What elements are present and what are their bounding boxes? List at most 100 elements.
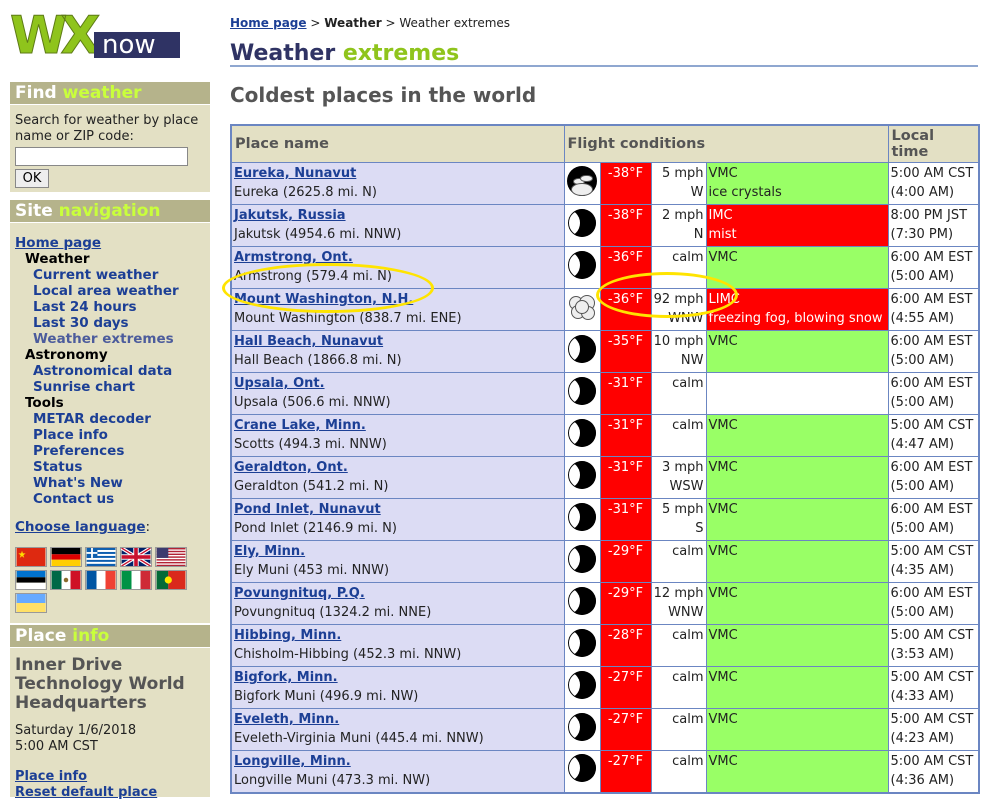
flight-category: VMC bbox=[708, 712, 738, 727]
flight-category-cell: VMC bbox=[705, 330, 889, 373]
nav-place-info[interactable]: Place info bbox=[15, 427, 205, 443]
local-time-cell: 6:00 AM EST (5:00 AM) bbox=[887, 372, 980, 415]
flag-greece-icon[interactable] bbox=[85, 547, 117, 567]
breadcrumb-sep: > bbox=[385, 16, 396, 30]
place-link[interactable]: Eureka, Nunavut bbox=[234, 166, 356, 181]
nav-section-weather: Weather bbox=[25, 251, 90, 267]
nav-local-area-weather[interactable]: Local area weather bbox=[15, 283, 205, 299]
moon-icon bbox=[568, 334, 596, 363]
station-text: Pond Inlet (2146.9 mi. N) bbox=[234, 521, 397, 536]
nav-contact-us[interactable]: Contact us bbox=[15, 491, 205, 507]
place-cell: Hall Beach, Nunavut Hall Beach (1866.8 mi… bbox=[230, 330, 565, 373]
place-link[interactable]: Ely, Minn. bbox=[234, 544, 305, 559]
place-link[interactable]: Hibbing, Minn. bbox=[234, 628, 341, 643]
flag-uk-icon[interactable] bbox=[120, 547, 152, 567]
place-cell: Longville, Minn. Longville Muni (473.3 mi… bbox=[230, 750, 565, 793]
temperature-cell: -27°F bbox=[599, 666, 652, 709]
nav-current-weather[interactable]: Current weather bbox=[15, 267, 205, 283]
flag-italy-icon[interactable] bbox=[120, 570, 152, 590]
local-time: (4:47 AM) bbox=[890, 437, 955, 452]
moon-icon bbox=[568, 376, 596, 405]
wind-speed: calm bbox=[672, 712, 704, 727]
place-link[interactable]: Povungnituq, P.Q. bbox=[234, 586, 365, 601]
flag-china-icon[interactable] bbox=[15, 547, 47, 567]
wind-direction: S bbox=[695, 521, 704, 536]
wind-direction: NW bbox=[680, 353, 704, 368]
station-time: 6:00 AM EST bbox=[890, 250, 973, 265]
flag-germany-icon[interactable] bbox=[50, 547, 82, 567]
local-time: (4:00 AM) bbox=[890, 185, 955, 200]
wxnow-logo[interactable]: WX now bbox=[9, 6, 180, 67]
station-time: 5:00 AM CST bbox=[890, 712, 974, 727]
sky-icon-cell bbox=[563, 498, 601, 541]
table-row: Jakutsk, Russia Jakutsk (4954.6 mi. NNW) -… bbox=[230, 204, 980, 247]
wind-cell: calm bbox=[650, 708, 707, 751]
wind-direction: W bbox=[690, 185, 704, 200]
logo-wx-text: WX bbox=[9, 6, 100, 67]
nav-sunrise-chart[interactable]: Sunrise chart bbox=[15, 379, 205, 395]
flag-ukraine-icon[interactable] bbox=[15, 593, 47, 613]
nav-preferences[interactable]: Preferences bbox=[15, 443, 205, 459]
place-link[interactable]: Longville, Minn. bbox=[234, 754, 351, 769]
flag-portugal-icon[interactable] bbox=[155, 570, 187, 590]
choose-language-link[interactable]: Choose language bbox=[15, 519, 146, 535]
place-link[interactable]: Jakutsk, Russia bbox=[234, 208, 346, 223]
flight-category: VMC bbox=[708, 250, 738, 265]
weather-description: mist bbox=[708, 227, 737, 242]
place-link[interactable]: Eveleth, Minn. bbox=[234, 712, 339, 727]
breadcrumb-home[interactable]: Home page bbox=[230, 16, 307, 30]
flag-estonia-icon[interactable] bbox=[15, 570, 47, 590]
flight-category: VMC bbox=[708, 460, 738, 475]
station-text: Jakutsk (4954.6 mi. NNW) bbox=[234, 227, 402, 242]
wind-cell: 10 mph NW bbox=[650, 330, 707, 373]
flight-category-cell: VMC bbox=[705, 246, 889, 289]
wind-cell: 3 mph WSW bbox=[650, 456, 707, 499]
flight-category-cell: VMC bbox=[705, 414, 889, 457]
flight-category-cell: VMC bbox=[705, 582, 889, 625]
place-info-link[interactable]: Place info bbox=[15, 769, 205, 785]
nav-weather-extremes[interactable]: Weather extremes bbox=[15, 331, 205, 347]
wind-cell: 5 mph W bbox=[650, 162, 707, 205]
moon-icon bbox=[568, 208, 596, 237]
station-time: 5:00 AM CST bbox=[890, 754, 974, 769]
nav-status[interactable]: Status bbox=[15, 459, 205, 475]
flag-mexico-icon[interactable] bbox=[50, 570, 82, 590]
place-link[interactable]: Crane Lake, Minn. bbox=[234, 418, 366, 433]
highlight-circle-place bbox=[222, 263, 434, 313]
search-ok-button[interactable]: OK bbox=[15, 169, 49, 188]
wind-cell: calm bbox=[650, 624, 707, 667]
flight-category: VMC bbox=[708, 628, 738, 643]
nav-astronomical-data[interactable]: Astronomical data bbox=[15, 363, 205, 379]
temperature-cell: -29°F bbox=[599, 582, 652, 625]
search-input[interactable] bbox=[15, 147, 188, 166]
place-link[interactable]: Bigfork, Minn. bbox=[234, 670, 338, 685]
sky-icon-cell bbox=[563, 582, 601, 625]
place-link[interactable]: Geraldton, Ont. bbox=[234, 460, 348, 475]
nav-home-page[interactable]: Home page bbox=[15, 235, 101, 251]
nav-metar-decoder[interactable]: METAR decoder bbox=[15, 411, 205, 427]
flag-france-icon[interactable] bbox=[85, 570, 117, 590]
local-time: (5:00 AM) bbox=[890, 353, 955, 368]
station-text: Povungnituq (1324.2 mi. NNE) bbox=[234, 605, 432, 620]
nav-what-s-new[interactable]: What's New bbox=[15, 475, 205, 491]
flag-usa-icon[interactable] bbox=[155, 547, 187, 567]
place-cell: Hibbing, Minn. Chisholm-Hibbing (452.3 mi… bbox=[230, 624, 565, 667]
sky-icon-cell bbox=[563, 414, 601, 457]
wind-speed: 12 mph bbox=[653, 586, 704, 601]
flight-category-cell: VMC bbox=[705, 498, 889, 541]
flight-category-cell: VMC ice crystals bbox=[705, 162, 889, 205]
flight-category: IMC bbox=[708, 208, 733, 223]
cloudy-night-icon bbox=[567, 165, 597, 196]
place-link[interactable]: Upsala, Ont. bbox=[234, 376, 325, 391]
local-time: (4:36 AM) bbox=[890, 773, 955, 788]
wind-speed: 10 mph bbox=[653, 334, 704, 349]
nav-last-30-days[interactable]: Last 30 days bbox=[15, 315, 205, 331]
col-flight-conditions: Flight conditions bbox=[563, 124, 889, 163]
wind-speed: 3 mph bbox=[661, 460, 704, 475]
place-info-heading: Place info bbox=[10, 625, 210, 647]
temperature-cell: -31°F bbox=[599, 498, 652, 541]
place-link[interactable]: Hall Beach, Nunavut bbox=[234, 334, 383, 349]
reset-default-place-link[interactable]: Reset default place bbox=[15, 785, 205, 801]
nav-last-24-hours[interactable]: Last 24 hours bbox=[15, 299, 205, 315]
place-link[interactable]: Pond Inlet, Nunavut bbox=[234, 502, 381, 517]
